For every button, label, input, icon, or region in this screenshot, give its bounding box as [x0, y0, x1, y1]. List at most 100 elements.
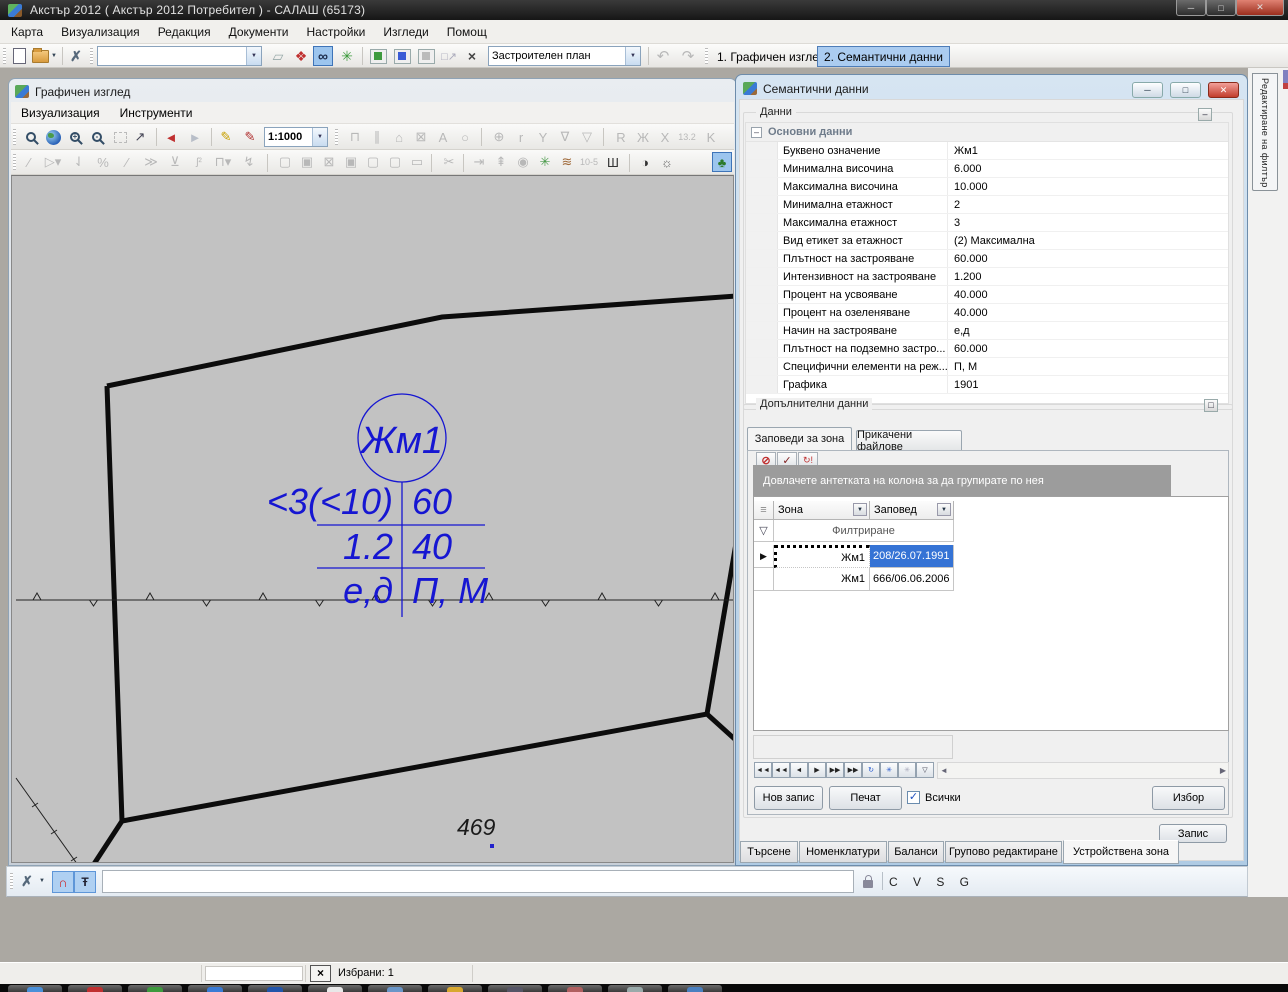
- tool-icon[interactable]: ⇃: [69, 152, 89, 172]
- tool-icon[interactable]: ⊓: [345, 127, 365, 147]
- horizontal-scrollbar[interactable]: ◄ ▶: [937, 762, 1229, 779]
- undo-icon[interactable]: ↶: [653, 46, 673, 66]
- property-row[interactable]: Буквено означение Жм1: [746, 142, 1228, 160]
- property-value[interactable]: 60.000: [954, 343, 988, 355]
- nav-fast-back-button[interactable]: ◄◄: [772, 762, 790, 778]
- property-value[interactable]: 2: [954, 199, 960, 211]
- semantic-minimize-button[interactable]: ─: [1132, 82, 1163, 98]
- tool-icon[interactable]: ∕: [117, 152, 137, 172]
- zone-filter-dropdown[interactable]: ▼: [853, 503, 867, 516]
- tool-icon[interactable]: ▢: [363, 152, 383, 172]
- tool-icon[interactable]: ⊠: [411, 127, 431, 147]
- globe-icon[interactable]: [43, 127, 63, 147]
- tool-icon[interactable]: A: [433, 127, 453, 147]
- bottom-tab-zone[interactable]: Устройствена зона: [1063, 840, 1179, 864]
- tool-icon[interactable]: ▢: [275, 152, 295, 172]
- property-value[interactable]: 1901: [954, 379, 978, 391]
- zoom-out-icon[interactable]: -: [87, 127, 107, 147]
- nav-next-button[interactable]: ▶: [808, 762, 826, 778]
- taskbar-item-app-folder[interactable]: [368, 985, 422, 992]
- taskbar-item-app-rose[interactable]: [548, 985, 602, 992]
- back-arrow-icon[interactable]: ◄: [161, 127, 181, 147]
- tool-icon[interactable]: ⊻: [165, 152, 185, 172]
- tool-icon[interactable]: K: [701, 127, 721, 147]
- map-canvas[interactable]: Жм1 <3(<10) 60 1.2 40 е,д П, М 469: [11, 175, 734, 863]
- taskbar-item-app-white[interactable]: [308, 985, 362, 992]
- column-header-order[interactable]: Заповед▼: [870, 501, 954, 520]
- settings-tools-icon[interactable]: ✗: [66, 46, 86, 66]
- bottom-tab-group-edit[interactable]: Групово редактиране: [945, 841, 1062, 863]
- semantic-close-button[interactable]: ✕: [1208, 82, 1239, 98]
- coordinate-input[interactable]: [102, 870, 854, 893]
- print-button[interactable]: Печат: [829, 786, 902, 810]
- restore-button[interactable]: □: [1206, 0, 1236, 16]
- property-value[interactable]: 3: [954, 217, 960, 229]
- property-value[interactable]: П, М: [954, 361, 977, 373]
- tool-icon[interactable]: r: [511, 127, 531, 147]
- tool-icon[interactable]: ⊠: [319, 152, 339, 172]
- graphic-window-titlebar[interactable]: Графичен изглед: [11, 81, 734, 102]
- tool-icon[interactable]: ▣: [297, 152, 317, 172]
- tool-icon[interactable]: ⇥: [469, 152, 489, 172]
- small-gray-icon[interactable]: □↗: [439, 46, 459, 66]
- close-button[interactable]: ✕: [1236, 0, 1284, 16]
- order-filter-dropdown[interactable]: ▼: [937, 503, 951, 516]
- taskbar-item-app-dark[interactable]: [488, 985, 542, 992]
- grid-cell-order[interactable]: 666/06.06.2006: [870, 568, 954, 591]
- property-value[interactable]: 1.200: [954, 271, 982, 283]
- taskbar-item-app-blue-drop[interactable]: [188, 985, 242, 992]
- tool-icon[interactable]: ≫: [141, 152, 161, 172]
- snap-pole-button[interactable]: Ŧ: [74, 871, 96, 893]
- semantic-window-titlebar[interactable]: Семантични данни ─ □ ✕: [739, 78, 1244, 99]
- snap-mode-letters[interactable]: C V S G: [889, 875, 975, 889]
- menu-item[interactable]: Настройки: [298, 21, 375, 43]
- tool-icon[interactable]: ∇: [555, 127, 575, 147]
- menu-item[interactable]: Инструменти: [110, 102, 203, 124]
- new-document-icon[interactable]: [9, 46, 29, 66]
- red-brush-icon[interactable]: ✎: [240, 127, 260, 147]
- property-value[interactable]: е,д: [954, 325, 970, 337]
- open-dropdown-arrow[interactable]: ▼: [49, 46, 59, 66]
- property-row[interactable]: Минимална височина 6.000: [746, 160, 1228, 178]
- additional-group-maximize-button[interactable]: □: [1204, 399, 1218, 412]
- snap-magnet-button[interactable]: ∩: [52, 871, 74, 893]
- nav-new-button[interactable]: ✳: [880, 762, 898, 778]
- grid-cell-zone[interactable]: Жм1: [774, 568, 870, 591]
- tool-icon[interactable]: ⊓▾: [213, 152, 233, 172]
- bottom-tab-search[interactable]: Търсене: [740, 841, 798, 863]
- contrast-icon[interactable]: ◑: [635, 152, 655, 172]
- select-button[interactable]: Избор: [1152, 786, 1225, 810]
- tab-orders[interactable]: Заповеди за зона: [747, 427, 852, 450]
- collapse-icon[interactable]: –: [751, 127, 762, 138]
- tool-icon[interactable]: X: [655, 127, 675, 147]
- menu-item[interactable]: Документи: [220, 21, 298, 43]
- red-brush-icon[interactable]: ❖: [291, 46, 311, 66]
- property-row[interactable]: Плътност на подземно застро... 60.000: [746, 340, 1228, 358]
- property-row[interactable]: Плътност на застрояване 60.000: [746, 250, 1228, 268]
- taskbar-item-app-green[interactable]: [128, 985, 182, 992]
- bottom-tab-balances[interactable]: Баланси: [888, 841, 944, 863]
- tool-icon[interactable]: R: [611, 127, 631, 147]
- property-value[interactable]: 10.000: [954, 181, 988, 193]
- property-row[interactable]: Начин на застрояване е,д: [746, 322, 1228, 340]
- dark-x-icon[interactable]: ×: [462, 46, 482, 66]
- layer-combobox[interactable]: ▼: [97, 46, 262, 66]
- green-box-icon[interactable]: [368, 46, 388, 66]
- graphic-view-button[interactable]: 1. Графичен изглед: [711, 46, 832, 67]
- semantic-view-button[interactable]: 2. Семантични данни: [817, 46, 950, 67]
- tool-icon[interactable]: ∕: [19, 152, 39, 172]
- fence-icon[interactable]: Ш: [603, 152, 623, 172]
- tool-icon[interactable]: ∥: [367, 127, 387, 147]
- filter-row[interactable]: Филтриране: [774, 520, 954, 542]
- property-row[interactable]: Графика 1901: [746, 376, 1228, 394]
- menu-item[interactable]: Визуализация: [11, 102, 110, 124]
- all-checkbox-label[interactable]: Всички: [925, 792, 961, 804]
- plan-combobox[interactable]: Застроителен план▼: [488, 46, 641, 66]
- tool-icon[interactable]: ⊕: [489, 127, 509, 147]
- nav-last-button[interactable]: ▶▶: [844, 762, 862, 778]
- grid-cell-zone[interactable]: Жм1: [774, 545, 870, 568]
- group-by-bar[interactable]: Довлачете антетката на колона за да груп…: [753, 465, 1171, 496]
- nav-new-disabled-button[interactable]: ✳: [898, 762, 916, 778]
- property-row[interactable]: Процент на усвояване 40.000: [746, 286, 1228, 304]
- tool-icon[interactable]: ⇞: [491, 152, 511, 172]
